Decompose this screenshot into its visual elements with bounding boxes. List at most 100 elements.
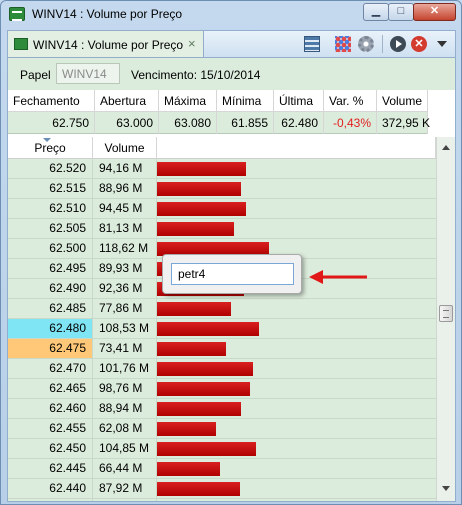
price-cell: 62.450 <box>8 439 93 458</box>
volume-cell: 73,41 M <box>93 339 157 358</box>
table-row[interactable]: 62.520 94,16 M <box>8 159 436 179</box>
gear-icon[interactable] <box>358 36 374 52</box>
price-cell: 62.475 <box>8 339 93 358</box>
quote-header-row: Fechamento Abertura Máxima Mínima Última… <box>8 90 428 112</box>
price-cell: 62.505 <box>8 219 93 238</box>
volume-bar-cell <box>157 379 436 398</box>
symbol-search-input[interactable] <box>171 263 294 285</box>
price-cell: 62.460 <box>8 399 93 418</box>
volume-cell: 118,62 M <box>93 239 157 258</box>
volume-cell: 89,93 M <box>93 259 157 278</box>
volume-cell: 92,36 M <box>93 279 157 298</box>
title-bar[interactable]: WINV14 : Volume por Preço ▁ □ ✕ <box>1 1 461 27</box>
symbol-bar: Papel WINV14 Vencimento: 15/10/2014 <box>8 58 455 90</box>
table-row[interactable]: 62.485 77,86 M <box>8 299 436 319</box>
papel-label: Papel <box>20 68 51 82</box>
table-row[interactable]: 62.455 62,08 M <box>8 419 436 439</box>
quote-header: Fechamento <box>8 90 95 112</box>
table-row[interactable]: 62.465 98,76 M <box>8 379 436 399</box>
volume-cell: 55,69 M <box>93 499 157 501</box>
volume-cell: 94,45 M <box>93 199 157 218</box>
table-view-icon[interactable] <box>304 36 320 52</box>
view-menu-icon[interactable] <box>437 41 447 47</box>
table-header: Preço Volume <box>8 137 436 159</box>
table-row[interactable]: 62.480 108,53 M <box>8 319 436 339</box>
volume-cell: 87,92 M <box>93 479 157 498</box>
table-row[interactable]: 62.505 81,13 M <box>8 219 436 239</box>
price-cell: 62.470 <box>8 359 93 378</box>
scroll-down-icon[interactable] <box>439 482 453 496</box>
volume-cell: 101,76 M <box>93 359 157 378</box>
volume-bar-cell <box>157 399 436 418</box>
volume-cell: 88,94 M <box>93 399 157 418</box>
volume-bar-cell <box>157 419 436 438</box>
app-window: WINV14 : Volume por Preço ▁ □ ✕ WINV14 :… <box>0 0 462 505</box>
quote-value: 63.000 <box>95 112 159 134</box>
volume-bar-cell <box>157 299 436 318</box>
close-window-button[interactable]: ✕ <box>413 3 456 21</box>
table-body: 62.520 94,16 M 62.515 88,96 M 62.510 94,45 M6… <box>8 159 436 501</box>
quote-value: 63.080 <box>159 112 217 134</box>
volume-bar <box>157 442 256 456</box>
volume-cell: 81,13 M <box>93 219 157 238</box>
quote-value-row: 62.750 63.000 63.080 61.855 62.480 -0,43… <box>8 112 430 134</box>
volume-table: Preço Volume 62.520 94,16 M 62.515 88,96 M6… <box>8 137 436 501</box>
volume-cell: 62,08 M <box>93 419 157 438</box>
volume-bar-cell <box>157 159 436 178</box>
price-cell: 62.435 <box>8 499 93 501</box>
price-cell: 62.520 <box>8 159 93 178</box>
tab-volume-por-preco[interactable]: WINV14 : Volume por Preço × <box>8 31 204 57</box>
volume-bar <box>157 322 259 336</box>
volume-bar <box>157 422 216 436</box>
volume-bar <box>157 222 234 236</box>
price-cell: 62.465 <box>8 379 93 398</box>
volume-cell: 94,16 M <box>93 159 157 178</box>
table-row[interactable]: 62.43555,69 M <box>8 499 436 501</box>
tab-label: WINV14 : Volume por Preço <box>33 38 184 52</box>
price-cell: 62.445 <box>8 459 93 478</box>
grid-icon <box>14 38 28 50</box>
volume-bar-cell <box>157 459 436 478</box>
quote-summary: Fechamento Abertura Máxima Mínima Última… <box>8 90 455 135</box>
volume-bar-cell <box>157 439 436 458</box>
quote-header: Var. % <box>324 90 377 112</box>
papel-field[interactable]: WINV14 <box>56 63 120 84</box>
price-cell: 62.495 <box>8 259 93 278</box>
play-icon[interactable] <box>390 36 406 52</box>
column-header-price[interactable]: Preço <box>8 137 93 159</box>
toolbar-divider <box>382 35 383 53</box>
volume-bar-cell <box>157 219 436 238</box>
price-cell: 62.480 <box>8 319 93 338</box>
volume-cell: 66,44 M <box>93 459 157 478</box>
volume-bar-cell <box>157 479 436 498</box>
price-cell: 62.500 <box>8 239 93 258</box>
volume-cell: 98,76 M <box>93 379 157 398</box>
price-cell: 62.510 <box>8 199 93 218</box>
table-row[interactable]: 62.510 94,45 M <box>8 199 436 219</box>
column-header-volume[interactable]: Volume <box>93 137 157 159</box>
table-row[interactable]: 62.470 101,76 M <box>8 359 436 379</box>
column-header-bar <box>157 137 436 159</box>
table-row[interactable]: 62.475 73,41 M <box>8 339 436 359</box>
volume-bar <box>157 162 246 176</box>
table-row[interactable]: 62.515 88,96 M <box>8 179 436 199</box>
table-row[interactable]: 62.445 66,44 M <box>8 459 436 479</box>
quote-value: 61.855 <box>217 112 274 134</box>
tab-close-icon[interactable]: × <box>188 36 196 51</box>
table-row[interactable]: 62.460 88,94 M <box>8 399 436 419</box>
vertical-scrollbar[interactable] <box>436 137 455 501</box>
table-row[interactable]: 62.440 87,92 M <box>8 479 436 499</box>
table-row[interactable]: 62.450 104,85 M <box>8 439 436 459</box>
maximize-button[interactable]: □ <box>388 3 414 21</box>
stop-icon[interactable]: ✕ <box>411 36 427 52</box>
price-cell: 62.515 <box>8 179 93 198</box>
minimize-button[interactable]: ▁ <box>363 3 389 21</box>
scroll-thumb[interactable] <box>439 305 453 322</box>
volume-cell: 108,53 M <box>93 319 157 338</box>
color-palette-icon[interactable] <box>335 36 351 52</box>
quote-header: Volume <box>377 90 428 112</box>
price-cell: 62.490 <box>8 279 93 298</box>
quote-value: 62.750 <box>8 112 95 134</box>
scroll-up-icon[interactable] <box>439 141 453 155</box>
quote-header: Mínima <box>217 90 274 112</box>
